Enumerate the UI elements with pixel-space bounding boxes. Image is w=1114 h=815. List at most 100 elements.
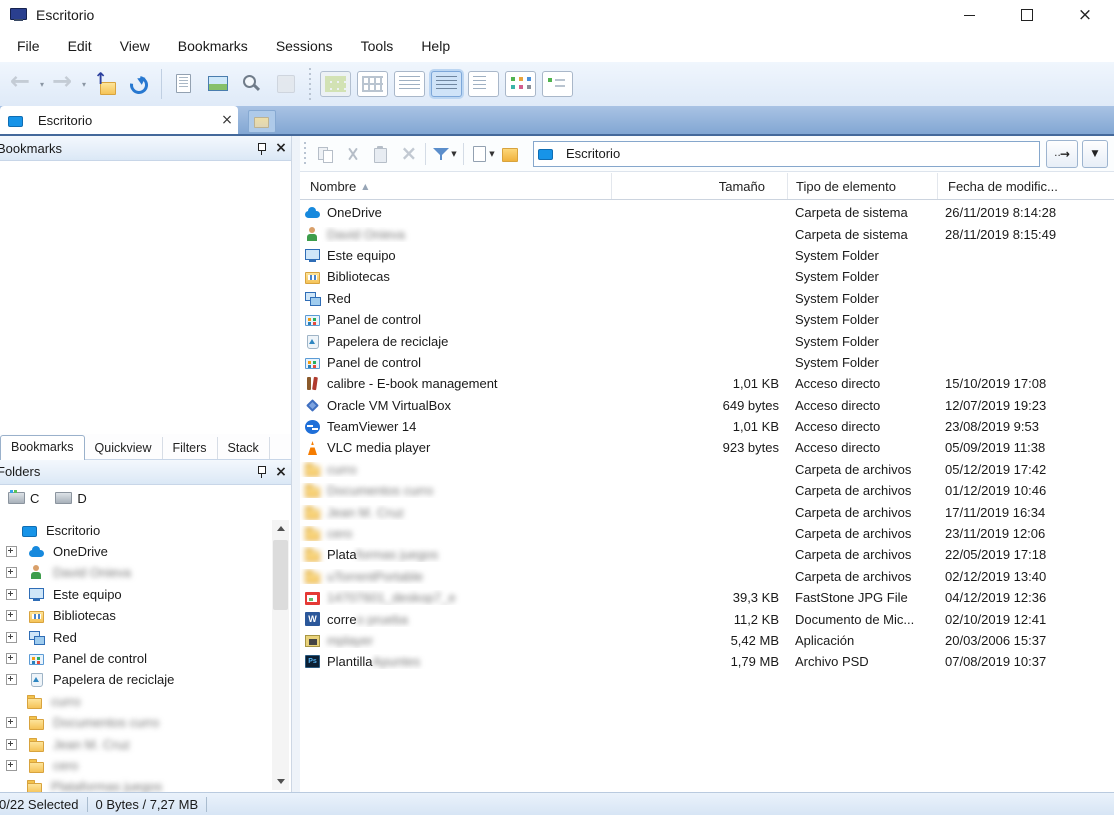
- cut-button[interactable]: [339, 141, 366, 167]
- go-button[interactable]: ‥ →: [1046, 139, 1078, 168]
- menu-view[interactable]: View: [106, 30, 164, 62]
- file-row[interactable]: Este equipo System Folder: [300, 245, 1114, 266]
- file-row[interactable]: Papelera de reciclaje System Folder: [300, 330, 1114, 351]
- file-row[interactable]: VLC media player 923 bytes Acceso direct…: [300, 437, 1114, 458]
- tree-item-blurred[interactable]: cero: [0, 755, 291, 776]
- file-row[interactable]: Red System Folder: [300, 288, 1114, 309]
- expander-icon[interactable]: [6, 588, 17, 600]
- file-row[interactable]: uTorrentPortable Carpeta de archivos 02/…: [300, 566, 1114, 587]
- scroll-down-button[interactable]: [272, 773, 289, 790]
- file-row[interactable]: 14707601_deskop7_e 39,3 KB FastStone JPG…: [300, 587, 1114, 608]
- column-header-tamano[interactable]: Tamaño: [612, 173, 788, 199]
- scroll-up-button[interactable]: [272, 519, 289, 537]
- delete-button[interactable]: [393, 141, 420, 167]
- view-details-button[interactable]: [431, 71, 462, 97]
- menu-edit[interactable]: Edit: [54, 30, 106, 62]
- tree-scrollbar[interactable]: [272, 519, 289, 790]
- new-folder-dropdown-icon[interactable]: ▼: [489, 150, 494, 158]
- paste-button[interactable]: [366, 141, 393, 167]
- bookmarks-close-button[interactable]: ×: [271, 138, 291, 158]
- unknown-button[interactable]: [269, 65, 303, 103]
- tree-item-blurred[interactable]: Jean M. Cruz: [0, 733, 291, 754]
- file-row[interactable]: Plantilla Apuntes 1,79 MB Archivo PSD 07…: [300, 651, 1114, 672]
- panel-tab-filters[interactable]: Filters: [163, 436, 218, 459]
- new-tab-button[interactable]: [248, 110, 276, 133]
- folders-pin-button[interactable]: [251, 462, 271, 482]
- file-row[interactable]: Jean M. Cruz Carpeta de archivos 17/11/2…: [300, 501, 1114, 522]
- file-row[interactable]: OneDrive Carpeta de sistema 26/11/2019 8…: [300, 202, 1114, 223]
- minimize-button[interactable]: [940, 0, 998, 30]
- tree-item-blurred[interactable]: Plataformas juegos: [0, 776, 291, 792]
- back-dropdown-icon[interactable]: ▾: [38, 80, 46, 89]
- tree-item-papelera-de-reciclaje[interactable]: Papelera de reciclaje: [0, 669, 291, 690]
- folders-close-button[interactable]: ×: [271, 462, 291, 482]
- tab-close-icon[interactable]: ×: [216, 112, 238, 128]
- menu-bookmarks[interactable]: Bookmarks: [164, 30, 262, 62]
- file-row[interactable]: mplayer 5,42 MB Aplicación 20/03/2006 15…: [300, 630, 1114, 651]
- refresh-button[interactable]: [122, 65, 156, 103]
- expander-icon[interactable]: [6, 717, 17, 729]
- file-row[interactable]: Documentos curro Carpeta de archivos 01/…: [300, 480, 1114, 501]
- column-header-tipo[interactable]: Tipo de elemento: [788, 173, 938, 199]
- file-row[interactable]: Panel de control System Folder: [300, 309, 1114, 330]
- up-button[interactable]: [88, 65, 122, 103]
- file-row[interactable]: Oracle VM VirtualBox 649 bytes Acceso di…: [300, 395, 1114, 416]
- file-row[interactable]: calibre - E-book management 1,01 KB Acce…: [300, 373, 1114, 394]
- view-list-button[interactable]: [468, 71, 499, 97]
- tree-item-blurred[interactable]: Documentos curro: [0, 712, 291, 733]
- back-button[interactable]: [4, 65, 38, 103]
- expander-icon[interactable]: [6, 653, 17, 665]
- menu-file[interactable]: File: [3, 30, 54, 62]
- new-folder-button[interactable]: ▼: [469, 141, 496, 167]
- tree-item-onedrive[interactable]: OneDrive: [0, 541, 291, 562]
- toolbar-grip[interactable]: [304, 141, 308, 166]
- forward-dropdown-icon[interactable]: ▾: [80, 80, 88, 89]
- panel-splitter[interactable]: [292, 136, 300, 792]
- file-row[interactable]: curro Carpeta de archivos 05/12/2019 17:…: [300, 459, 1114, 480]
- column-header-fecha[interactable]: Fecha de modific...: [938, 173, 1114, 199]
- expander-icon[interactable]: [6, 631, 17, 643]
- file-row[interactable]: Panel de control System Folder: [300, 352, 1114, 373]
- search-button[interactable]: [235, 65, 269, 103]
- drive-c[interactable]: C: [8, 490, 39, 506]
- expander-icon[interactable]: [6, 610, 17, 622]
- file-row[interactable]: cero Carpeta de archivos 23/11/2019 12:0…: [300, 523, 1114, 544]
- new-doc-button[interactable]: [167, 65, 201, 103]
- image-view-button[interactable]: [201, 65, 235, 103]
- view-thumbnails-button[interactable]: [505, 71, 536, 97]
- bookmarks-pin-button[interactable]: [251, 138, 271, 158]
- filter-button[interactable]: ▼: [431, 141, 458, 167]
- column-header-nombre[interactable]: Nombre ▲: [300, 173, 612, 199]
- forward-button[interactable]: [46, 65, 80, 103]
- file-row[interactable]: David Onieva Carpeta de sistema 28/11/20…: [300, 223, 1114, 244]
- view-small-icons-button[interactable]: [357, 71, 388, 97]
- panel-tab-bookmarks[interactable]: Bookmarks: [0, 434, 85, 460]
- menu-sessions[interactable]: Sessions: [262, 30, 347, 62]
- close-button[interactable]: ×: [1056, 0, 1114, 30]
- view-thumbnails-large-button[interactable]: [320, 71, 351, 97]
- maximize-button[interactable]: [998, 0, 1056, 30]
- drive-d[interactable]: D: [55, 491, 87, 506]
- address-bar[interactable]: Escritorio: [533, 140, 1040, 167]
- expander-icon[interactable]: [6, 759, 17, 771]
- expander-icon[interactable]: [6, 567, 17, 579]
- expander-icon[interactable]: [6, 546, 17, 558]
- tree-item-blurred[interactable]: David Onieva: [0, 562, 291, 583]
- tree-item-blurred[interactable]: curro: [0, 691, 291, 712]
- file-row[interactable]: TeamViewer 14 1,01 KB Acceso directo 23/…: [300, 416, 1114, 437]
- tree-item-este-equipo[interactable]: Este equipo: [0, 584, 291, 605]
- tree-item-red[interactable]: Red: [0, 626, 291, 647]
- menu-tools[interactable]: Tools: [347, 30, 408, 62]
- file-row[interactable]: Plata formas juegos Carpeta de archivos 2…: [300, 544, 1114, 565]
- goto-folder-button[interactable]: [496, 141, 523, 167]
- expander-icon[interactable]: [6, 674, 17, 686]
- tree-item-bibliotecas[interactable]: Bibliotecas: [0, 605, 291, 626]
- view-columns-button[interactable]: [394, 71, 425, 97]
- file-row[interactable]: Bibliotecas System Folder: [300, 266, 1114, 287]
- tab-escritorio[interactable]: Escritorio ×: [0, 106, 238, 134]
- address-dropdown-button[interactable]: ▼: [1082, 139, 1108, 168]
- file-row[interactable]: correo prueba 11,2 KB Documento de Mic..…: [300, 608, 1114, 629]
- copy-button[interactable]: [312, 141, 339, 167]
- filter-dropdown-icon[interactable]: ▼: [451, 150, 456, 158]
- scrollbar-thumb[interactable]: [273, 539, 288, 610]
